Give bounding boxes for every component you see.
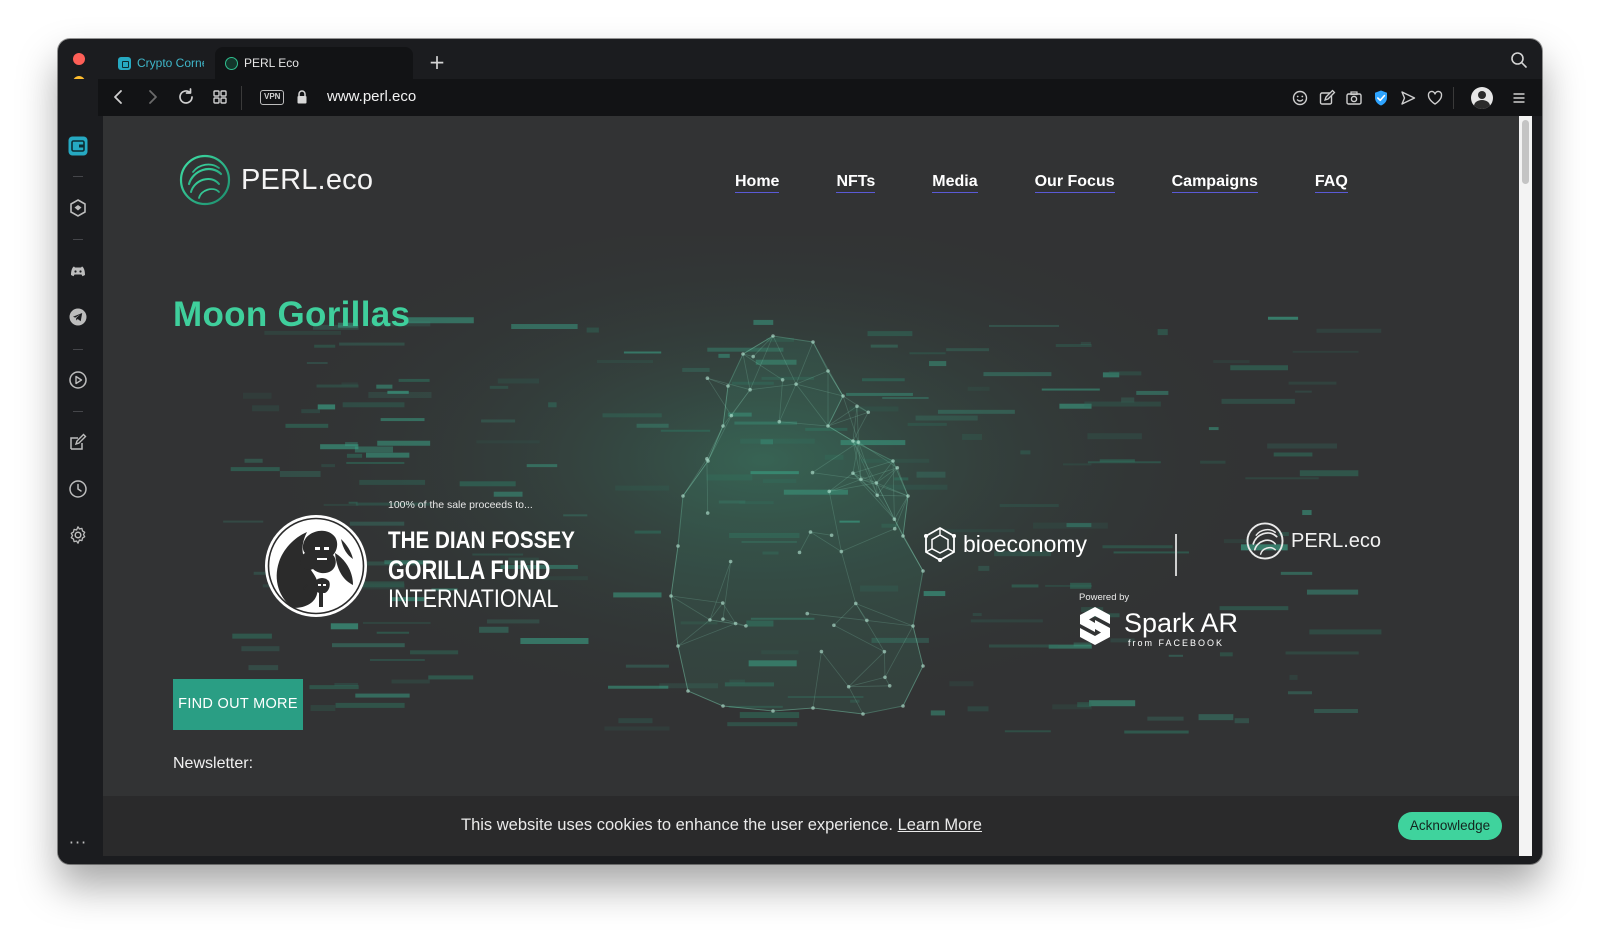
site-nav: Home NFTs Media Our Focus Campaigns FAQ xyxy=(735,173,1348,193)
nav-home[interactable]: Home xyxy=(735,173,780,193)
hero-section: Moon Gorillas 100% of the sale proceeds … xyxy=(103,236,1519,856)
crypto-wallet-icon[interactable] xyxy=(68,198,88,218)
address-bar: VPN www.perl.eco xyxy=(98,79,1542,116)
gorilla-emblem-icon xyxy=(265,515,367,617)
tab-label: PERL Eco xyxy=(244,56,299,70)
tab-perl-eco[interactable]: PERL Eco xyxy=(215,47,413,79)
spark-ar-icon xyxy=(1080,607,1110,645)
bioeconomy-text: bioeconomy xyxy=(963,530,1088,557)
bioeconomy-logo: bioeconomy xyxy=(921,525,1087,563)
tab-label: Crypto Corner xyxy=(137,56,204,70)
sidebar-divider xyxy=(73,176,83,177)
nav-nfts[interactable]: NFTs xyxy=(836,173,876,193)
perl-logo-icon xyxy=(1246,522,1284,560)
toolbar-actions xyxy=(1291,86,1528,110)
vpn-badge[interactable]: VPN xyxy=(260,90,285,105)
cookie-banner: This website uses cookies to enhance the… xyxy=(103,796,1519,856)
profile-icon[interactable] xyxy=(1471,87,1493,109)
player-icon[interactable] xyxy=(68,370,88,390)
discord-icon[interactable] xyxy=(68,261,88,281)
emoji-icon[interactable] xyxy=(1291,89,1309,107)
site-header: PERL.eco Home NFTs Media Our Focus Campa… xyxy=(103,116,1519,236)
sidebar-divider xyxy=(73,349,83,350)
browser-window: Crypto Corner PERL Eco + VPN xyxy=(58,39,1542,864)
dian-fossey-fund-logo: 100% of the sale proceeds to... THE DIAN… xyxy=(263,499,583,617)
scrollbar-thumb[interactable] xyxy=(1522,120,1529,184)
browser-sidebar: ··· xyxy=(58,79,98,864)
close-window-button[interactable] xyxy=(73,53,85,65)
nav-campaigns[interactable]: Campaigns xyxy=(1171,173,1258,193)
lock-icon[interactable] xyxy=(296,90,308,104)
reload-button[interactable] xyxy=(174,85,198,109)
back-button[interactable] xyxy=(107,85,131,109)
fund-name-line-1: THE DIAN FOSSEY xyxy=(388,527,575,554)
tab-bar: Crypto Corner PERL Eco + xyxy=(103,39,1542,79)
perl-partner-text: PERL.eco xyxy=(1291,529,1382,552)
tab-crypto-corner[interactable]: Crypto Corner xyxy=(108,47,214,79)
camera-icon[interactable] xyxy=(1345,89,1363,107)
learn-more-link[interactable]: Learn More xyxy=(898,816,982,834)
fund-name-line-3: INTERNATIONAL xyxy=(388,585,559,613)
new-tab-button[interactable]: + xyxy=(423,49,451,77)
forward-button[interactable] xyxy=(140,85,164,109)
page-viewport: PERL.eco Home NFTs Media Our Focus Campa… xyxy=(103,116,1519,856)
perl-logo-icon xyxy=(179,154,231,206)
spark-ar-logo: Powered by Spark AR from FACEBOOK xyxy=(1079,592,1249,652)
site-logo[interactable]: PERL.eco xyxy=(179,154,373,206)
search-icon[interactable] xyxy=(1510,51,1528,69)
toolbar-divider xyxy=(1453,87,1454,109)
toolbar-divider xyxy=(241,86,242,110)
url-field[interactable]: www.perl.eco xyxy=(327,88,416,105)
fund-name-line-2: GORILLA FUND xyxy=(388,555,551,585)
telegram-icon[interactable] xyxy=(68,307,88,327)
cookie-message: This website uses cookies to enhance the… xyxy=(461,816,982,835)
nav-our-focus[interactable]: Our Focus xyxy=(1034,173,1115,193)
sidebar-divider xyxy=(73,239,83,240)
send-icon[interactable] xyxy=(1399,89,1417,107)
nav-faq[interactable]: FAQ xyxy=(1314,173,1348,193)
sidebar-more-button[interactable]: ··· xyxy=(68,835,88,852)
hexagon-network-icon xyxy=(924,526,956,562)
history-icon[interactable] xyxy=(68,479,88,499)
hero-title: Moon Gorillas xyxy=(173,295,411,334)
partner-divider xyxy=(1175,534,1177,576)
page-scrollbar[interactable] xyxy=(1519,116,1532,856)
heart-icon[interactable] xyxy=(1426,89,1444,107)
menu-icon[interactable] xyxy=(1510,89,1528,107)
edit-icon[interactable] xyxy=(1318,89,1336,107)
pinboard-icon[interactable] xyxy=(68,432,88,452)
sidebar-divider xyxy=(73,411,83,412)
cookie-message-text: This website uses cookies to enhance the… xyxy=(461,816,893,834)
crypto-corner-favicon-icon xyxy=(118,56,131,70)
find-out-more-button[interactable]: FIND OUT MORE xyxy=(173,679,303,730)
spark-kicker-text: Powered by xyxy=(1079,592,1130,603)
spark-ar-subtext: from FACEBOOK xyxy=(1128,638,1225,648)
shield-icon[interactable] xyxy=(1372,89,1390,107)
newsletter-label: Newsletter: xyxy=(173,755,254,772)
settings-icon[interactable] xyxy=(68,525,88,545)
wallet-icon[interactable] xyxy=(68,136,88,156)
tiles-icon[interactable] xyxy=(208,85,232,109)
acknowledge-button[interactable]: Acknowledge xyxy=(1398,812,1502,840)
site-logo-text: PERL.eco xyxy=(241,163,374,196)
perl-favicon-icon xyxy=(225,56,238,70)
spark-ar-text: Spark AR xyxy=(1124,608,1239,638)
nav-media[interactable]: Media xyxy=(932,173,978,193)
fund-kicker-text: 100% of the sale proceeds to... xyxy=(388,499,533,511)
perl-partner-logo: PERL.eco xyxy=(1246,522,1381,560)
